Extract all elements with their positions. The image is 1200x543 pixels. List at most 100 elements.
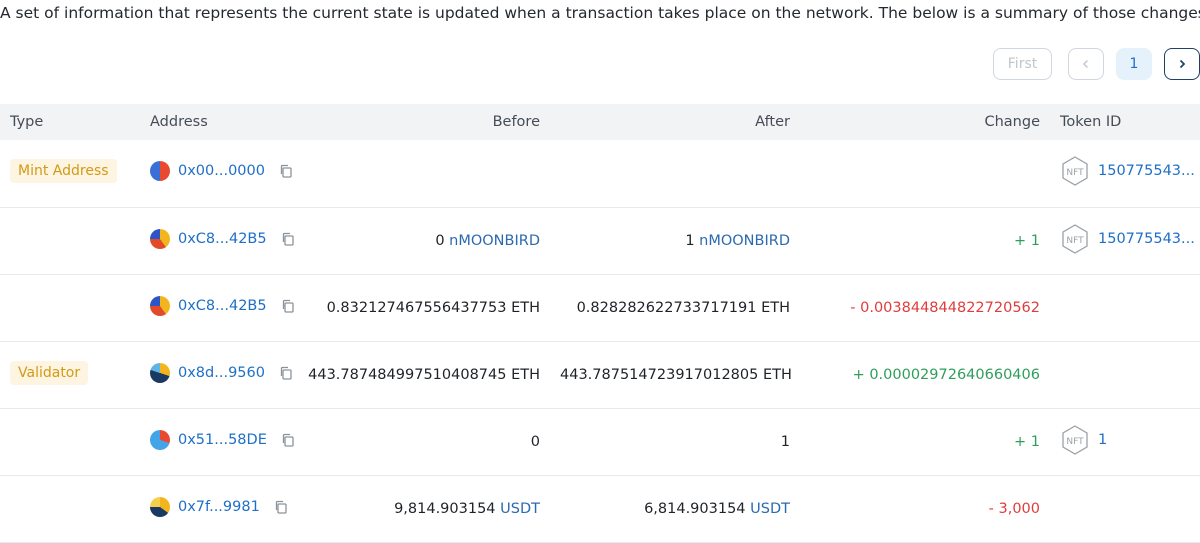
address-link[interactable]: 0xC8...42B5	[178, 298, 267, 314]
address-cell: 0xC8...42B5	[140, 207, 294, 274]
after-token[interactable]: nMOONBIRD	[699, 233, 790, 249]
after-cell: 443.787514723917012805 ETH	[550, 341, 800, 408]
after-amount: 443.787514723917012805 ETH	[560, 366, 792, 383]
change-value: + 1	[1014, 433, 1040, 450]
nft-token-icon: NFT	[1062, 223, 1088, 254]
column-header-change: Change	[984, 114, 1040, 130]
after-cell: 6,814.903154 USDT	[550, 475, 800, 542]
copy-icon[interactable]	[274, 500, 288, 514]
address-cell: 0x00...0000	[140, 140, 293, 207]
address-avatar	[150, 161, 170, 182]
token-id-group: NFT 1	[1060, 424, 1107, 456]
type-cell	[0, 207, 140, 274]
svg-text:NFT: NFT	[1066, 168, 1084, 178]
type-cell	[0, 408, 140, 475]
column-header-address: Address	[150, 114, 208, 130]
table-row: 0x7f...9981 9,814.903154 USDT 6,814.9031…	[0, 475, 1200, 542]
token-id-group: NFT 150775543...	[1060, 155, 1195, 187]
table-row: 0x51...58DE 0 1 + 1 NFT 1	[0, 408, 1200, 475]
after-cell	[550, 140, 800, 207]
after-amount: 1	[780, 433, 790, 450]
address-link[interactable]: 0x8d...9560	[178, 365, 265, 381]
address-cell: 0xC8...42B5	[140, 274, 294, 341]
address-avatar	[150, 496, 170, 517]
change-cell: - 0.003844844822720562	[800, 274, 1050, 341]
chevron-left-icon	[1082, 59, 1089, 69]
state-description: A set of information that represents the…	[0, 4, 1200, 22]
type-cell	[0, 274, 140, 341]
table-row: Mint Address 0x00...0000 NFT 150775543..…	[0, 140, 1200, 207]
after-token[interactable]: USDT	[750, 501, 790, 517]
type-cell: Validator	[0, 341, 140, 408]
token-id-cell: NFT 150775543...	[1050, 207, 1200, 274]
copy-icon[interactable]	[281, 232, 295, 246]
address-avatar	[150, 429, 170, 450]
state-changes-table: Type Address Before After Change Token I…	[0, 104, 1200, 543]
before-amount: 443.787484997510408745 ETH	[308, 366, 540, 383]
before-token[interactable]: nMOONBIRD	[449, 233, 540, 249]
address-avatar	[150, 362, 170, 383]
token-id-cell: NFT 150775543...	[1050, 140, 1200, 207]
address-cell: 0x51...58DE	[140, 408, 294, 475]
address-link[interactable]: 0x00...0000	[178, 163, 265, 179]
change-cell: - 3,000	[800, 475, 1050, 542]
before-cell: 0 nMOONBIRD	[290, 207, 550, 274]
change-value: - 0.003844844822720562	[850, 299, 1040, 316]
token-id-cell: NFT	[1050, 341, 1200, 408]
before-cell: 0.832127467556437753 ETH	[290, 274, 550, 341]
copy-icon[interactable]	[281, 433, 295, 447]
prev-page-button[interactable]	[1068, 48, 1104, 80]
token-id-link[interactable]: 1	[1098, 432, 1107, 448]
column-header-after: After	[755, 114, 790, 130]
first-page-button[interactable]: First	[993, 48, 1052, 80]
token-id-cell: NFT	[1050, 475, 1200, 542]
address-cell: 0x7f...9981	[140, 475, 290, 542]
type-badge: Mint Address	[10, 159, 117, 184]
before-token[interactable]: USDT	[500, 501, 540, 517]
before-cell: 443.787484997510408745 ETH	[290, 341, 550, 408]
token-id-group: NFT 150775543...	[1060, 223, 1195, 255]
token-id-cell: NFT	[1050, 274, 1200, 341]
address-avatar	[150, 228, 170, 249]
token-id-link[interactable]: 150775543...	[1098, 163, 1195, 179]
nft-token-icon: NFT	[1062, 156, 1088, 187]
before-amount: 0	[530, 433, 540, 450]
after-amount: 6,814.903154	[644, 500, 746, 517]
change-cell: + 1	[800, 207, 1050, 274]
address-cell: 0x8d...9560	[140, 341, 293, 408]
address-link[interactable]: 0xC8...42B5	[178, 231, 267, 247]
token-id-link[interactable]: 150775543...	[1098, 231, 1195, 247]
column-header-token-id: Token ID	[1060, 114, 1122, 130]
before-cell	[290, 140, 550, 207]
column-header-type: Type	[10, 114, 44, 130]
change-value: + 1	[1014, 232, 1040, 249]
after-amount: 0.828282622733717191 ETH	[576, 299, 790, 316]
after-amount: 1	[685, 232, 695, 249]
address-avatar	[150, 295, 170, 316]
table-row: 0xC8...42B5 0 nMOONBIRD 1 nMOONBIRD + 1 …	[0, 207, 1200, 274]
copy-icon[interactable]	[279, 164, 293, 178]
svg-text:NFT: NFT	[1066, 437, 1084, 447]
type-cell	[0, 475, 140, 542]
change-cell	[800, 140, 1050, 207]
column-header-before: Before	[492, 114, 540, 130]
change-value: - 3,000	[988, 500, 1040, 517]
page-1-button[interactable]: 1	[1116, 48, 1152, 80]
address-link[interactable]: 0x51...58DE	[178, 432, 267, 448]
chevron-right-icon	[1179, 59, 1186, 69]
change-value: + 0.00002972640660406	[852, 366, 1040, 383]
table-header: Type Address Before After Change Token I…	[0, 104, 1200, 140]
type-cell: Mint Address	[0, 140, 140, 207]
table-row: 0xC8...42B5 0.832127467556437753 ETH 0.8…	[0, 274, 1200, 341]
change-cell: + 0.00002972640660406	[800, 341, 1050, 408]
address-link[interactable]: 0x7f...9981	[178, 499, 260, 515]
copy-icon[interactable]	[279, 366, 293, 380]
after-cell: 1	[550, 408, 800, 475]
after-cell: 1 nMOONBIRD	[550, 207, 800, 274]
copy-icon[interactable]	[281, 299, 295, 313]
nft-token-icon: NFT	[1062, 424, 1088, 455]
before-amount: 0	[435, 232, 445, 249]
token-id-cell: NFT 1	[1050, 408, 1200, 475]
next-page-button[interactable]	[1164, 48, 1200, 80]
before-amount: 9,814.903154	[394, 500, 496, 517]
